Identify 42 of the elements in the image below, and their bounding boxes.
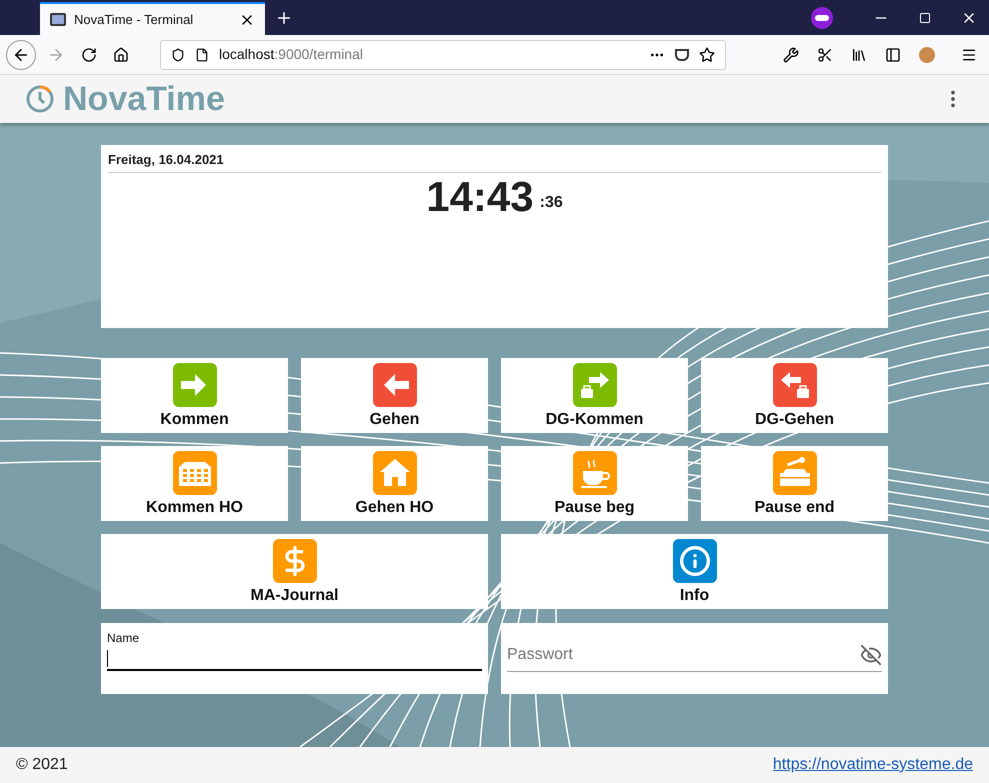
library-icon[interactable] [851,46,867,62]
seconds-text: :36 [540,192,563,212]
url-text: localhost:9000/terminal [219,45,364,64]
action-button[interactable]: DG-Gehen [701,358,888,433]
password-field[interactable]: Passwort [501,623,888,694]
name-field[interactable]: Name [101,623,488,694]
time-text: 14:43 [426,174,534,218]
clock-logo-icon [25,84,55,114]
pocket-icon[interactable] [675,48,689,60]
action-button[interactable]: DG-Kommen [501,358,688,433]
url-field[interactable]: localhost:9000/terminal [160,40,726,70]
mask-icon [811,7,833,29]
page-icon [195,48,209,62]
shield-icon [171,48,185,62]
avatar-icon[interactable] [919,46,935,62]
hide-password-icon[interactable] [860,644,882,666]
action-button[interactable]: Gehen [301,358,488,433]
copyright-text: © 2021 [16,755,68,775]
action-button[interactable]: Kommen HO [101,446,288,521]
action-button[interactable]: Pause end [701,446,888,521]
action-button[interactable]: Gehen HO [301,446,488,521]
star-icon[interactable] [699,46,715,62]
tab-title: NovaTime - Terminal [74,10,194,29]
action-button[interactable]: Info [501,534,888,609]
reload-icon[interactable] [81,46,97,62]
action-button[interactable]: Kommen [101,358,288,433]
home-icon[interactable] [113,46,129,62]
wrench-icon[interactable] [783,46,799,62]
app-logo: NovaTime [63,78,225,120]
back-button[interactable] [6,40,36,70]
terminal-icon [50,13,66,26]
browser-tab[interactable]: NovaTime - Terminal [40,2,265,35]
scissors-icon[interactable] [817,46,833,62]
sidebar-icon[interactable] [885,46,901,62]
password-input[interactable]: Passwort [507,643,860,667]
menu-icon[interactable] [961,46,977,62]
action-button[interactable]: Pause beg [501,446,688,521]
new-tab-icon[interactable] [275,9,293,27]
date-text: Freitag, 16.04.2021 [108,150,881,172]
website-link[interactable]: https://novatime-systeme.de [772,753,973,777]
maximize-icon[interactable] [919,12,931,24]
action-button[interactable]: MA-Journal [101,534,488,609]
